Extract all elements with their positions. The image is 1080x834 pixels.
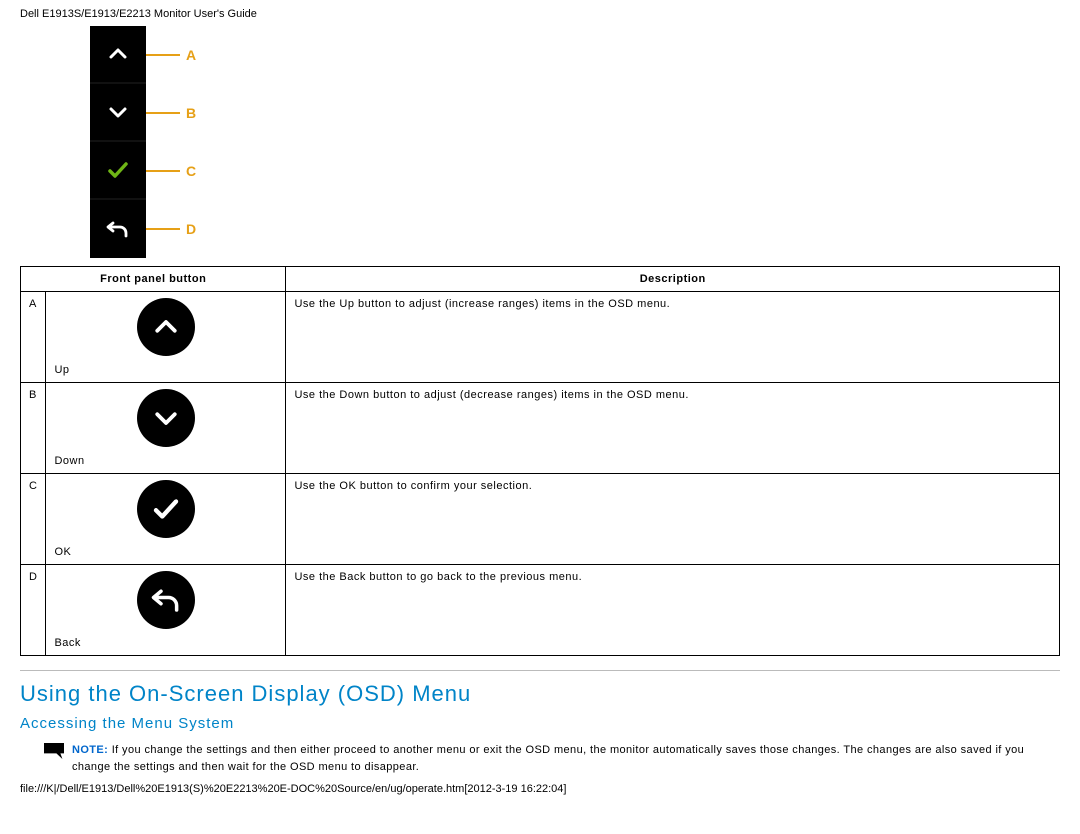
strip-down-icon [90, 84, 146, 142]
table-row: A Up Use the Up button to adjust (increa… [21, 292, 1060, 383]
note-block: NOTE: If you change the settings and the… [44, 742, 1060, 775]
row-description: Use the Down button to adjust (decrease … [286, 383, 1060, 474]
row-icon-label: Up [54, 364, 277, 376]
front-panel-table: Front panel button Description A Up Use … [20, 266, 1060, 656]
row-description: Use the Up button to adjust (increase ra… [286, 292, 1060, 383]
divider [20, 670, 1060, 671]
strip-check-icon [90, 142, 146, 200]
row-icon-cell: OK [46, 474, 286, 565]
row-letter: D [21, 565, 46, 656]
strip-label-c: C [146, 142, 196, 200]
strip-label-a: A [146, 26, 196, 84]
back-button-icon [137, 571, 195, 629]
page-title: Dell E1913S/E1913/E2213 Monitor User's G… [20, 8, 1060, 20]
note-text: If you change the settings and then eith… [72, 744, 1024, 773]
strip-up-icon [90, 26, 146, 84]
row-icon-label: OK [54, 546, 277, 558]
note-icon [44, 743, 64, 759]
strip-back-icon [90, 200, 146, 258]
row-letter: B [21, 383, 46, 474]
row-description: Use the Back button to go back to the pr… [286, 565, 1060, 656]
note-label: NOTE: [72, 744, 108, 756]
row-description: Use the OK button to confirm your select… [286, 474, 1060, 565]
table-row: C OK Use the OK button to confirm your s… [21, 474, 1060, 565]
row-icon-cell: Back [46, 565, 286, 656]
table-row: D Back Use the Back button to go back to… [21, 565, 1060, 656]
row-icon-label: Down [54, 455, 277, 467]
ok-button-icon [137, 480, 195, 538]
table-row: B Down Use the Down button to adjust (de… [21, 383, 1060, 474]
monitor-button-strip: A B C D [90, 26, 1060, 258]
strip-label-b: B [146, 84, 196, 142]
row-icon-cell: Up [46, 292, 286, 383]
section-heading: Using the On-Screen Display (OSD) Menu [20, 681, 1060, 707]
row-letter: A [21, 292, 46, 383]
down-button-icon [137, 389, 195, 447]
row-icon-label: Back [54, 637, 277, 649]
table-head-button: Front panel button [21, 267, 286, 292]
table-head-description: Description [286, 267, 1060, 292]
subsection-heading: Accessing the Menu System [20, 715, 1060, 732]
up-button-icon [137, 298, 195, 356]
strip-label-d: D [146, 200, 196, 258]
footer-path: file:///K|/Dell/E1913/Dell%20E1913(S)%20… [20, 783, 1060, 795]
row-letter: C [21, 474, 46, 565]
row-icon-cell: Down [46, 383, 286, 474]
